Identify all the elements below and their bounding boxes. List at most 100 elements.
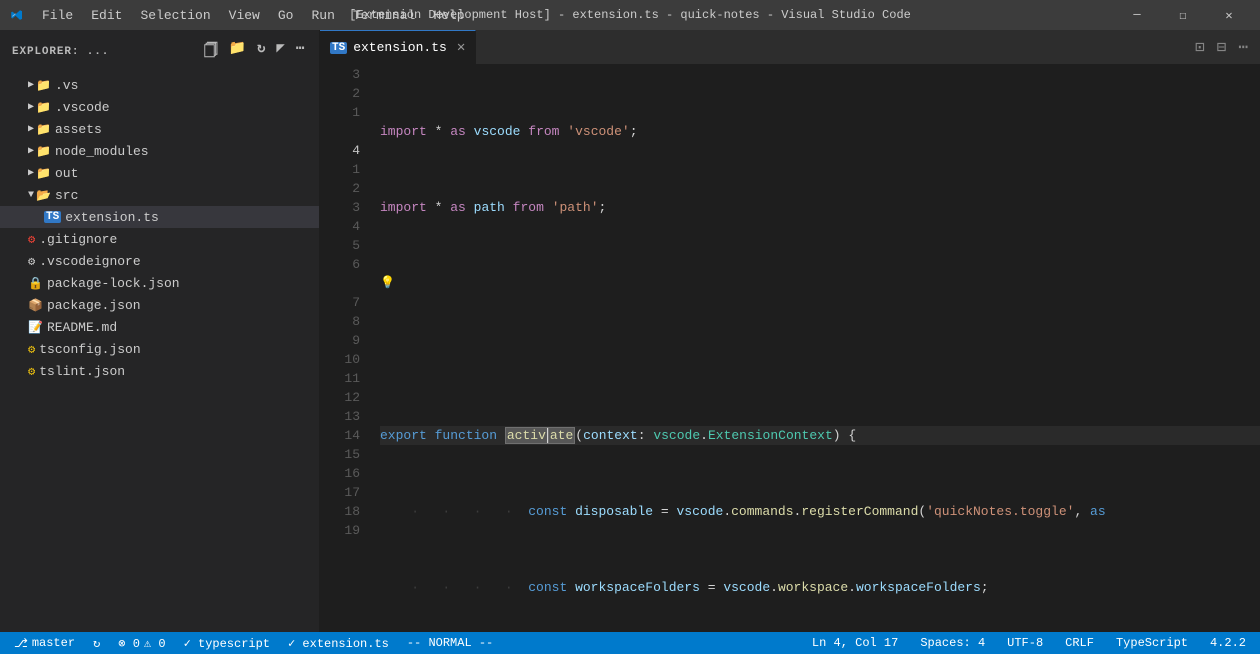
sidebar-item-vscode[interactable]: ▶ 📁 .vscode: [0, 96, 319, 118]
errors-count[interactable]: ⊗ 0 ⚠ 0: [114, 632, 169, 654]
new-folder-icon[interactable]: 📁: [227, 38, 249, 66]
sidebar-item-label: src: [55, 188, 319, 203]
git-branch-label: master: [32, 636, 75, 650]
git-branch[interactable]: ⎇ master: [10, 632, 79, 654]
title-bar: File Edit Selection View Go Run Terminal…: [0, 0, 1260, 30]
sidebar-item-label: assets: [55, 122, 319, 137]
collapse-all-icon[interactable]: ◤: [274, 38, 287, 66]
cursor-position[interactable]: Ln 4, Col 17: [808, 632, 902, 654]
line-number: 18: [328, 502, 360, 521]
minimize-button[interactable]: ─: [1114, 0, 1160, 30]
line-numbers: 3 2 1 4 1 2 3 4 5 6 7 8 9 10 11 12 13 14: [320, 65, 370, 632]
line-number: 14: [328, 426, 360, 445]
sidebar-item-label: extension.ts: [65, 210, 319, 225]
sidebar-item-vscodeignore[interactable]: ⚙ .vscodeignore: [0, 250, 319, 272]
code-line-active: export function activate(context: vscode…: [380, 426, 1260, 445]
status-bar-left: ⎇ master ↻ ⊗ 0 ⚠ 0 ✓ typescript ✓ extens…: [10, 632, 497, 654]
line-number: 15: [328, 445, 360, 464]
sidebar-item-label: package-lock.json: [47, 276, 319, 291]
more-options-icon[interactable]: ⋯: [294, 38, 307, 66]
encoding-label: UTF-8: [1007, 636, 1043, 650]
sidebar-item-tslint[interactable]: ⚙ tslint.json: [0, 360, 319, 382]
sync-icon-btn[interactable]: ↻: [89, 632, 104, 654]
sidebar-item-src[interactable]: ▼ 📂 src: [0, 184, 319, 206]
line-number: [328, 122, 360, 141]
line-number: 4: [328, 217, 360, 236]
menu-file[interactable]: File: [34, 6, 81, 25]
close-button[interactable]: ✕: [1206, 0, 1252, 30]
line-number: 10: [328, 350, 360, 369]
menu-go[interactable]: Go: [270, 6, 302, 25]
more-actions-icon[interactable]: ⋯: [1234, 35, 1252, 59]
menu-run[interactable]: Run: [303, 6, 342, 25]
folder-icon: 📁: [36, 122, 51, 137]
editor-area: TS extension.ts ✕ ⊡ ⊟ ⋯ 3 2 1 4 1 2 3: [320, 30, 1260, 632]
sidebar-item-label: tsconfig.json: [39, 342, 319, 357]
code-line: import * as vscode from 'vscode';: [380, 122, 1260, 141]
status-bar-right: Ln 4, Col 17 Spaces: 4 UTF-8 CRLF TypeSc…: [808, 632, 1250, 654]
window-controls[interactable]: ─ ☐ ✕: [1114, 0, 1252, 30]
main-area: EXPLORER: ... 🗍 📁 ↻ ◤ ⋯ ▶ 📁 .vs ▶ 📁 .vsc…: [0, 30, 1260, 632]
sidebar-item-readme[interactable]: 📝 README.md: [0, 316, 319, 338]
folder-open-icon: 📂: [36, 188, 51, 203]
tab-close-icon[interactable]: ✕: [457, 39, 465, 56]
vscode-icon: [8, 7, 24, 23]
sidebar-item-out[interactable]: ▶ 📁 out: [0, 162, 319, 184]
encoding[interactable]: UTF-8: [1003, 632, 1047, 654]
indentation[interactable]: Spaces: 4: [916, 632, 989, 654]
json-icon: 🔒: [28, 276, 43, 291]
tab-extension-ts[interactable]: TS extension.ts ✕: [320, 30, 476, 64]
menu-selection[interactable]: Selection: [132, 6, 218, 25]
sidebar-item-label: package.json: [47, 298, 319, 313]
code-editor[interactable]: import * as vscode from 'vscode'; import…: [370, 65, 1260, 632]
line-number: 2: [328, 84, 360, 103]
code-line: · · · · const workspaceFolders = vscode.…: [380, 578, 1260, 597]
tab-filename: extension.ts: [353, 40, 447, 55]
split-editor-icon[interactable]: ⊡: [1191, 35, 1209, 59]
extension-ts-status[interactable]: ✓ extension.ts: [284, 632, 393, 654]
sidebar-item-assets[interactable]: ▶ 📁 assets: [0, 118, 319, 140]
sync-icon: ↻: [93, 636, 100, 651]
ts-version[interactable]: 4.2.2: [1206, 632, 1250, 654]
folder-icon: 📁: [36, 166, 51, 181]
menu-edit[interactable]: Edit: [83, 6, 130, 25]
sidebar-item-label: out: [55, 166, 319, 181]
sidebar-item-package-lock[interactable]: 🔒 package-lock.json: [0, 272, 319, 294]
editor-content[interactable]: 3 2 1 4 1 2 3 4 5 6 7 8 9 10 11 12 13 14: [320, 65, 1260, 632]
line-number: 17: [328, 483, 360, 502]
maximize-button[interactable]: ☐: [1160, 0, 1206, 30]
spaces-label: Spaces: 4: [920, 636, 985, 650]
code-line: [380, 350, 1260, 369]
line-ending[interactable]: CRLF: [1061, 632, 1098, 654]
folder-icon: 📁: [36, 100, 51, 115]
line-number: 2: [328, 179, 360, 198]
tslint-icon: ⚙: [28, 364, 35, 379]
refresh-icon[interactable]: ↻: [255, 38, 268, 66]
lightbulb-icon[interactable]: 💡: [380, 274, 395, 293]
sidebar-item-label: node_modules: [55, 144, 319, 159]
sidebar-item-node-modules[interactable]: ▶ 📁 node_modules: [0, 140, 319, 162]
sidebar-item-label: .vscodeignore: [39, 254, 319, 269]
language-mode[interactable]: TypeScript: [1112, 632, 1192, 654]
sidebar-title: EXPLORER: ...: [12, 46, 109, 58]
sidebar-item-gitignore[interactable]: ⚙ .gitignore: [0, 228, 319, 250]
sidebar-header-icons: 🗍 📁 ↻ ◤ ⋯: [202, 38, 307, 66]
line-number: 19: [328, 521, 360, 540]
window-title: [Extension Development Host] - extension…: [349, 8, 911, 22]
code-line: import * as path from 'path';: [380, 198, 1260, 217]
line-number: 11: [328, 369, 360, 388]
npm-icon: 📦: [28, 298, 43, 313]
ts-file-icon: TS: [44, 211, 61, 223]
typescript-status[interactable]: ✓ typescript: [180, 632, 274, 654]
new-file-icon[interactable]: 🗍: [202, 38, 221, 66]
line-number: 16: [328, 464, 360, 483]
extension-ts-label: ✓ extension.ts: [288, 636, 389, 651]
code-line: 💡: [380, 274, 1260, 293]
md-icon: 📝: [28, 320, 43, 335]
toggle-panel-icon[interactable]: ⊟: [1213, 35, 1231, 59]
sidebar-item-tsconfig[interactable]: ⚙ tsconfig.json: [0, 338, 319, 360]
sidebar-item-vs[interactable]: ▶ 📁 .vs: [0, 74, 319, 96]
sidebar-item-extension-ts[interactable]: TS extension.ts: [0, 206, 319, 228]
sidebar-item-package-json[interactable]: 📦 package.json: [0, 294, 319, 316]
menu-view[interactable]: View: [221, 6, 268, 25]
